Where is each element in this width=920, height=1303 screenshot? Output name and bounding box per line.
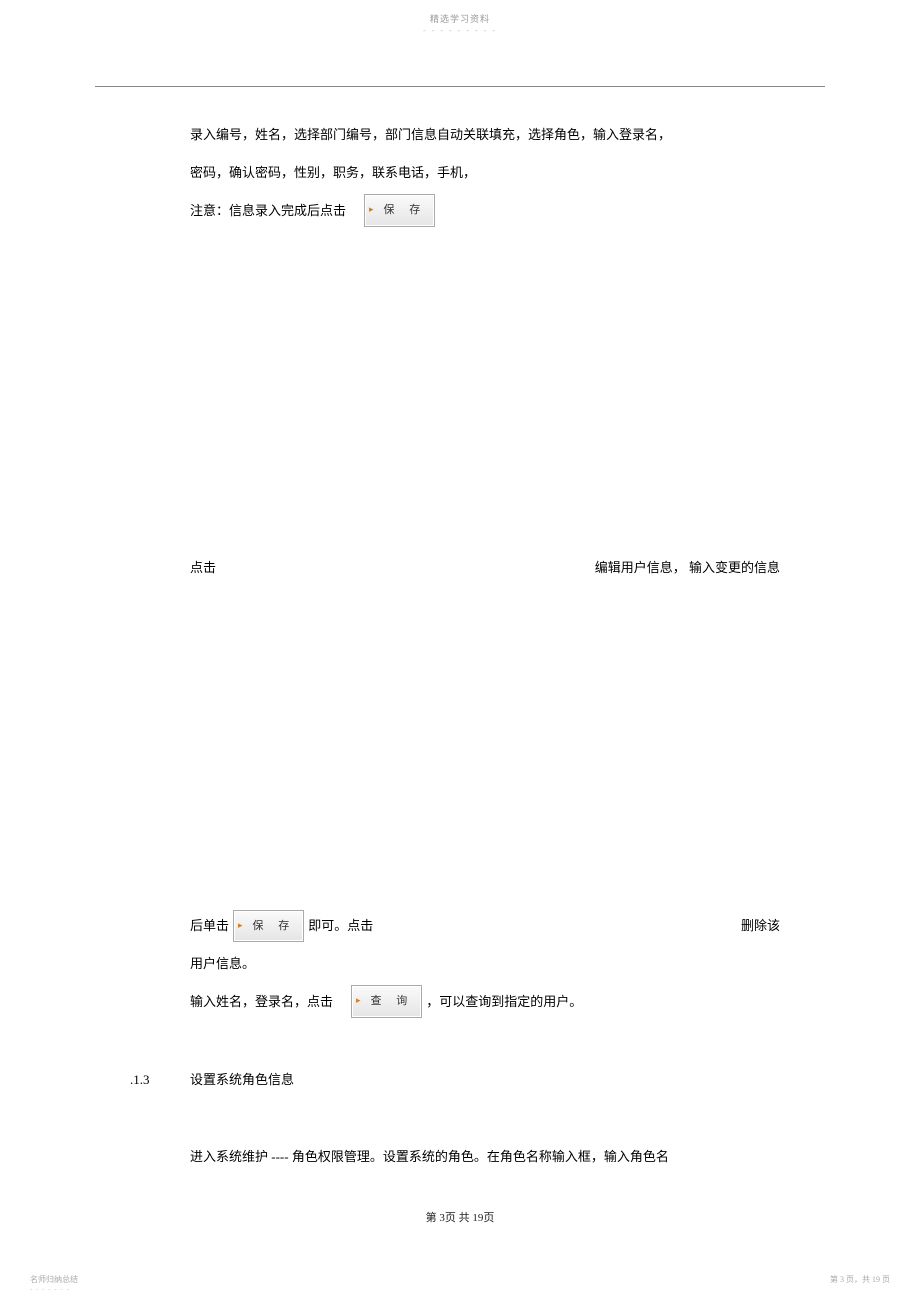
text: 点击 bbox=[190, 551, 216, 585]
text: ，可以查询到指定的用户。 bbox=[426, 985, 582, 1019]
text: 即可。点击 bbox=[308, 909, 373, 943]
footer-left-dashes: - - - - - - - bbox=[30, 1285, 70, 1293]
paragraph-spread: 点击 编辑用户信息， 输入变更的信息 bbox=[190, 551, 780, 585]
footer-page-center: 第 3页 共 19页 bbox=[426, 1209, 495, 1225]
header-dashes: - - - - - - - - - bbox=[423, 26, 497, 35]
text: 输入姓名，登录名，点击 bbox=[190, 985, 333, 1019]
text: 编辑用户信息， 输入变更的信息 bbox=[595, 551, 780, 585]
header-title: 精选学习资料 bbox=[430, 12, 490, 25]
text: 删除该 bbox=[741, 909, 780, 943]
document-content: 录入编号，姓名，选择部门编号，部门信息自动关联填充，选择角色，输入登录名， 密码… bbox=[190, 118, 780, 1178]
text: 注意：信息录入完成后点击 bbox=[190, 194, 346, 228]
section-number: .1.3 bbox=[130, 1063, 150, 1097]
save-button[interactable]: 保 存 bbox=[364, 194, 435, 227]
paragraph: 进入系统维护 ---- 角色权限管理。设置系统的角色。在角色名称输入框，输入角色… bbox=[190, 1140, 780, 1174]
paragraph: 密码，确认密码，性别，职务，联系电话，手机， bbox=[190, 156, 780, 190]
paragraph-with-button: 注意：信息录入完成后点击 保 存 bbox=[190, 194, 780, 228]
section-heading: .1.3 设置系统角色信息 bbox=[190, 1063, 780, 1097]
section-title: 设置系统角色信息 bbox=[190, 1072, 294, 1087]
footer-left: 名师归纳总结 bbox=[30, 1274, 78, 1285]
query-button[interactable]: 查 询 bbox=[351, 985, 422, 1018]
paragraph: 录入编号，姓名，选择部门编号，部门信息自动关联填充，选择角色，输入登录名， bbox=[190, 118, 780, 152]
horizontal-rule bbox=[95, 86, 825, 87]
paragraph-with-button: 后单击 保 存 即可。点击 删除该 bbox=[190, 909, 780, 943]
text: 后单击 bbox=[190, 909, 229, 943]
save-button[interactable]: 保 存 bbox=[233, 910, 304, 943]
paragraph: 用户信息。 bbox=[190, 947, 780, 981]
footer-right: 第 3 页，共 19 页 bbox=[830, 1274, 890, 1285]
paragraph-with-button: 输入姓名，登录名，点击 查 询 ，可以查询到指定的用户。 bbox=[190, 985, 780, 1019]
